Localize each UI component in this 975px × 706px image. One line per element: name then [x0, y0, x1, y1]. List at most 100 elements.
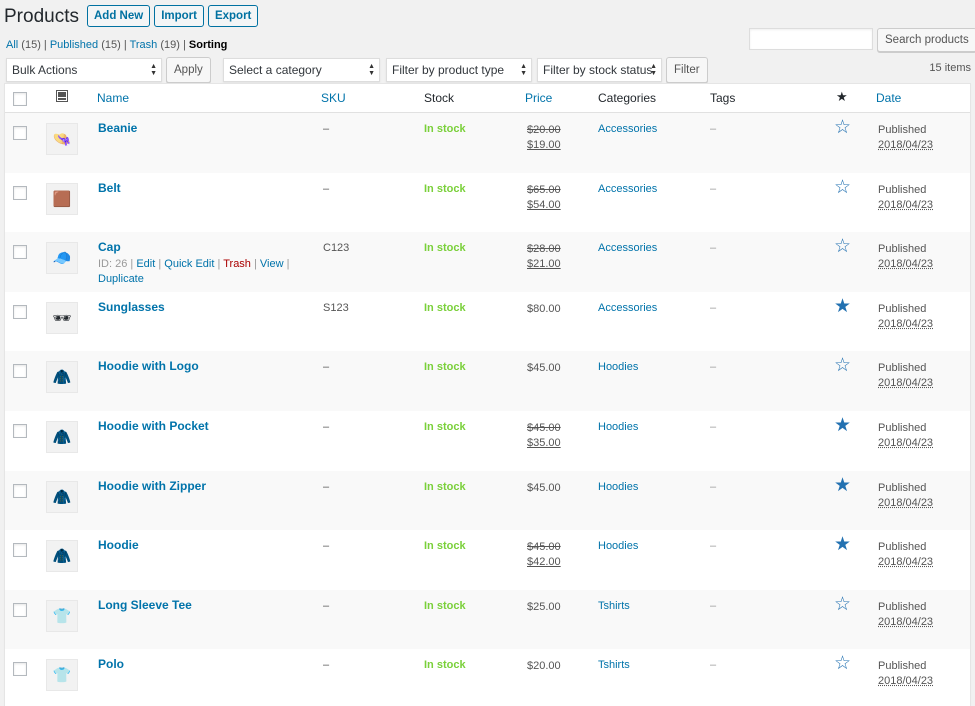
select-all-checkbox[interactable]: [13, 92, 27, 106]
row-checkbox[interactable]: [13, 304, 27, 319]
star-outline-icon[interactable]: ☆: [834, 595, 851, 614]
publish-status: Published: [878, 600, 927, 613]
bulk-actions-select[interactable]: Bulk Actions ▲ ▼: [6, 58, 162, 82]
quick-edit-link[interactable]: Quick Edit: [164, 258, 214, 270]
product-name-link[interactable]: Sunglasses: [98, 300, 165, 314]
publish-status: Published: [878, 183, 927, 196]
add-new-button[interactable]: Add New: [86, 5, 151, 27]
product-name-link[interactable]: Long Sleeve Tee: [98, 598, 192, 612]
row-checkbox[interactable]: [13, 483, 27, 498]
category-link[interactable]: Hoodies: [598, 421, 638, 433]
edit-link[interactable]: Edit: [136, 258, 155, 270]
product-name-link[interactable]: Cap: [98, 240, 121, 254]
row-checkbox[interactable]: [13, 185, 27, 200]
category-link[interactable]: Tshirts: [598, 659, 630, 671]
view-trash-link[interactable]: Trash (19): [130, 39, 180, 51]
stock-status: In stock: [424, 361, 466, 374]
view-published-link[interactable]: Published (15): [50, 39, 121, 51]
row-checkbox[interactable]: [13, 245, 27, 260]
product-thumbnail[interactable]: 🧢: [46, 242, 78, 275]
export-button[interactable]: Export: [207, 5, 259, 27]
star-icon[interactable]: ★: [836, 89, 848, 105]
column-name[interactable]: Name: [97, 91, 129, 105]
featured-star-icon[interactable]: ★: [834, 297, 851, 316]
search-input[interactable]: [749, 28, 873, 50]
category-link[interactable]: Hoodies: [598, 481, 638, 493]
import-button[interactable]: Import: [154, 5, 204, 27]
row-checkbox[interactable]: [13, 543, 27, 558]
publish-date: 2018/04/23: [878, 556, 934, 569]
product-thumbnail[interactable]: 👕: [46, 599, 78, 632]
product-type-select[interactable]: Filter by product type ▲ ▼: [386, 58, 532, 82]
product-thumbnail[interactable]: 🧥: [46, 480, 78, 513]
price-cell: $45.00 $35.00: [527, 421, 561, 451]
category-link[interactable]: Accessories: [598, 302, 657, 314]
tags: –: [710, 540, 717, 553]
star-outline-icon[interactable]: ☆: [834, 237, 851, 256]
category-link[interactable]: Hoodies: [598, 361, 638, 373]
stock-status-select[interactable]: Filter by stock status ▲ ▼: [537, 58, 662, 82]
product-name-link[interactable]: Polo: [98, 657, 124, 671]
publish-status: Published: [878, 362, 927, 375]
category-link[interactable]: Accessories: [598, 123, 657, 135]
table-row: 🧥 Hoodie with Zipper – In stock $45.00 Hoodie…: [5, 470, 970, 531]
stock-status: In stock: [424, 420, 466, 433]
search-products-button[interactable]: Search products: [877, 28, 975, 52]
star-outline-icon[interactable]: ☆: [834, 118, 851, 137]
publish-date: 2018/04/23: [878, 198, 934, 211]
row-checkbox[interactable]: [13, 126, 27, 140]
view-all-link[interactable]: All (15): [6, 39, 41, 51]
column-stock: Stock: [424, 91, 455, 105]
product-thumbnail[interactable]: 🕶: [46, 301, 78, 334]
product-thumbnail[interactable]: 🧥: [46, 361, 78, 394]
column-sku[interactable]: SKU: [321, 91, 346, 105]
product-thumbnail[interactable]: 👒: [46, 123, 78, 155]
tags: –: [710, 182, 717, 195]
date-cell: Published 2018/04/23: [878, 659, 933, 689]
product-name-link[interactable]: Hoodie with Zipper: [98, 479, 206, 493]
view-link[interactable]: View: [260, 258, 284, 270]
featured-star-icon[interactable]: ★: [834, 416, 851, 435]
row-checkbox[interactable]: [13, 364, 27, 379]
product-name-link[interactable]: Hoodie with Pocket: [98, 419, 209, 433]
publish-date: 2018/04/23: [878, 436, 934, 449]
category-link[interactable]: Tshirts: [598, 600, 630, 612]
product-name-link[interactable]: Hoodie with Logo: [98, 359, 199, 373]
filter-button[interactable]: Filter: [666, 57, 708, 83]
duplicate-link[interactable]: Duplicate: [98, 273, 144, 285]
tags: –: [710, 242, 717, 255]
date-cell: Published 2018/04/23: [878, 361, 933, 391]
product-name-link[interactable]: Hoodie: [98, 538, 139, 552]
row-checkbox[interactable]: [13, 602, 27, 617]
star-outline-icon[interactable]: ☆: [834, 356, 851, 375]
featured-star-icon[interactable]: ★: [834, 476, 851, 495]
row-checkbox[interactable]: [13, 662, 27, 677]
publish-status: Published: [878, 302, 927, 315]
image-icon: [56, 90, 68, 105]
column-price[interactable]: Price: [525, 91, 552, 105]
category-select[interactable]: Select a category ▲ ▼: [223, 58, 380, 82]
product-name-link[interactable]: Beanie: [98, 121, 137, 135]
category-link[interactable]: Accessories: [598, 183, 657, 195]
apply-button[interactable]: Apply: [166, 57, 211, 83]
product-thumbnail[interactable]: 👕: [46, 659, 78, 692]
sale-price: $54.00: [527, 198, 561, 211]
row-checkbox[interactable]: [13, 423, 27, 438]
category-link[interactable]: Hoodies: [598, 540, 638, 552]
column-date[interactable]: Date: [876, 91, 901, 105]
product-id: ID: 26: [98, 258, 128, 271]
product-thumbnail[interactable]: 🧥: [46, 420, 78, 453]
regular-price: $65.00: [527, 183, 561, 196]
featured-star-icon[interactable]: ★: [834, 535, 851, 554]
price: $45.00: [527, 481, 561, 494]
regular-price: $28.00: [527, 243, 561, 256]
view-sorting-link[interactable]: Sorting: [189, 39, 228, 51]
star-outline-icon[interactable]: ☆: [834, 654, 851, 673]
category-link[interactable]: Accessories: [598, 242, 657, 254]
product-name-link[interactable]: Belt: [98, 181, 121, 195]
product-thumbnail[interactable]: 🧥: [46, 540, 78, 573]
table-row: 👒 Beanie – In stock $20.00 $19.00 Accessories –…: [5, 113, 970, 173]
star-outline-icon[interactable]: ☆: [834, 178, 851, 197]
product-thumbnail[interactable]: 🟫: [46, 182, 78, 215]
trash-link[interactable]: Trash: [223, 258, 251, 270]
